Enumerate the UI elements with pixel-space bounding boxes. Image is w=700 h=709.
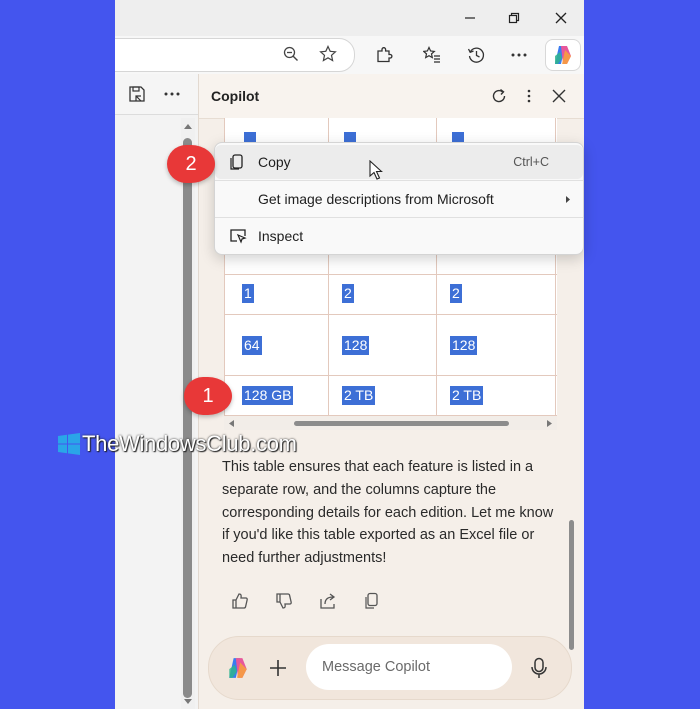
thumbs-down-icon [276,593,292,609]
scroll-left-icon[interactable] [227,419,235,428]
zoom-out-button[interactable] [278,41,304,67]
copilot-title: Copilot [211,88,260,104]
callout-badge-1: 1 [184,377,232,415]
address-bar[interactable] [115,38,355,72]
copilot-close-button[interactable] [546,83,572,109]
copilot-toolbar-button[interactable] [545,39,581,71]
copy-icon [365,592,378,609]
share-icon [320,593,336,609]
more-icon [511,53,527,57]
watermark: TheWindowsClub.com [58,431,297,457]
page-scroll-thumb[interactable] [183,138,192,698]
zoom-out-icon [283,46,298,61]
inspect-icon [230,229,247,244]
share-button[interactable] [317,590,339,612]
table-scroll-thumb[interactable] [294,421,509,426]
table-cell: 1 [242,284,254,303]
copilot-more-button[interactable] [516,83,542,109]
plus-icon [270,660,286,676]
menu-item-image-descriptions[interactable]: Get image descriptions from Microsoft [215,182,583,216]
table-cell: 128 GB [242,386,294,405]
add-button[interactable] [266,656,290,680]
mouse-cursor-icon [369,160,383,180]
favorite-star-icon [319,45,337,62]
copilot-icon [555,46,571,64]
table-cell: 128 [342,336,370,355]
scroll-up-icon[interactable] [183,122,193,130]
shortcut-label: Ctrl+C [513,155,549,169]
table-cell-check [452,132,464,142]
table-cell: 64 [242,336,262,355]
menu-item-label: Get image descriptions from Microsoft [258,191,494,207]
history-button[interactable] [463,42,489,68]
menu-item-label: Copy [258,154,291,170]
message-placeholder: Message Copilot [322,659,430,675]
context-menu: Copy Ctrl+C Get image descriptions from … [214,142,584,255]
callout-badge-2: 2 [167,145,215,183]
menu-item-inspect[interactable]: Inspect [215,219,583,253]
table-cell-check [244,132,256,142]
add-favorite-button[interactable] [315,41,341,67]
copilot-logo-icon[interactable] [226,656,250,680]
extensions-icon [377,47,393,63]
page-more-button[interactable] [159,81,185,107]
menu-divider [215,180,583,181]
page-toolbar [115,74,198,115]
close-icon [552,89,566,103]
microphone-button[interactable] [527,656,551,680]
minimize-icon [465,17,475,19]
save-icon [129,86,145,102]
microphone-icon [531,657,547,678]
minimize-button[interactable] [454,6,486,30]
browser-window: Copilot 1 2 2 64 128 128 128 GB 2 TB 2 T… [115,0,584,709]
copy-icon [230,154,243,170]
chevron-right-icon [566,196,570,203]
thumbs-down-button[interactable] [273,590,295,612]
thumbs-up-icon [232,593,248,609]
table-cell: 2 [450,284,462,303]
table-cell: 128 [450,336,478,355]
thumbs-up-button[interactable] [229,590,251,612]
title-bar [115,0,584,36]
table-cell: 2 TB [450,386,484,405]
favorites-icon [423,46,440,63]
copy-button[interactable] [361,590,383,612]
browser-toolbar [115,36,584,74]
close-icon [555,12,567,24]
history-icon [467,47,485,63]
table-cell: 2 [342,284,354,303]
watermark-text: TheWindowsClub.com [82,431,297,456]
save-page-button[interactable] [124,81,150,107]
more-icon [164,92,180,96]
refresh-button[interactable] [486,83,512,109]
table-cell-check [344,132,356,142]
scroll-down-icon[interactable] [183,698,193,706]
menu-divider [215,217,583,218]
menu-item-label: Inspect [258,228,304,244]
restore-button[interactable] [498,6,530,30]
windows-logo-icon [58,433,80,455]
close-window-button[interactable] [545,6,577,30]
response-text: This table ensures that each feature is … [222,459,554,567]
refresh-icon [492,88,506,103]
menu-item-copy[interactable]: Copy Ctrl+C [215,145,583,179]
scroll-right-icon[interactable] [546,419,554,428]
table-cell: 2 TB [342,386,376,405]
copilot-header: Copilot [199,74,584,119]
restore-icon [508,12,520,24]
favorites-button[interactable] [419,42,445,68]
copilot-scroll-thumb[interactable] [569,520,574,650]
more-vertical-icon [527,89,531,103]
more-button[interactable] [506,42,532,68]
extensions-button[interactable] [371,42,397,68]
